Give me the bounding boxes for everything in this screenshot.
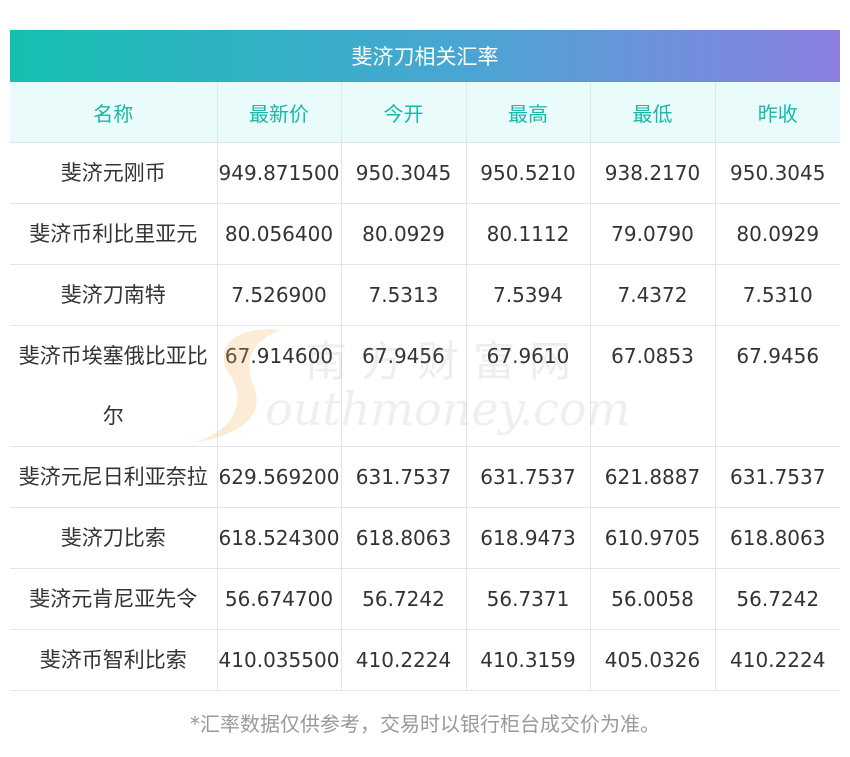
open-price: 7.5313 (341, 264, 467, 326)
currency-name: 斐济币智利比索 (10, 629, 218, 691)
header-open: 今开 (341, 82, 467, 143)
disclaimer-footnote: *汇率数据仅供参考，交易时以银行柜台成交价为准。 (190, 712, 660, 736)
latest-price: 629.569200 (217, 446, 342, 508)
currency-name: 斐济币埃塞俄比亚比尔 (10, 325, 218, 447)
latest-price: 56.674700 (217, 568, 342, 630)
table-row: 斐济币利比里亚元 80.056400 80.0929 80.1112 79.07… (10, 203, 840, 265)
prev-close-price: 67.9456 (715, 325, 840, 447)
table-row: 斐济元肯尼亚先令 56.674700 56.7242 56.7371 56.00… (10, 568, 840, 630)
currency-name: 斐济元肯尼亚先令 (10, 568, 218, 630)
latest-price: 7.526900 (217, 264, 342, 326)
prev-close-price: 80.0929 (715, 203, 840, 265)
currency-name: 斐济刀比索 (10, 507, 218, 569)
high-price: 631.7537 (466, 446, 591, 508)
open-price: 410.2224 (341, 629, 467, 691)
table-title: 斐济刀相关汇率 (10, 30, 840, 82)
low-price: 67.0853 (590, 325, 716, 447)
table-row: 斐济元尼日利亚奈拉 629.569200 631.7537 631.7537 6… (10, 446, 840, 508)
latest-price: 410.035500 (217, 629, 342, 691)
open-price: 56.7242 (341, 568, 467, 630)
low-price: 56.0058 (590, 568, 716, 630)
header-high: 最高 (466, 82, 591, 143)
exchange-rate-table: 名称 最新价 今开 最高 最低 昨收 斐济元刚币 949.871500 950.… (10, 82, 840, 691)
latest-price: 949.871500 (217, 142, 342, 204)
high-price: 67.9610 (466, 325, 591, 447)
latest-price: 80.056400 (217, 203, 342, 265)
table-row: 斐济刀比索 618.524300 618.8063 618.9473 610.9… (10, 507, 840, 569)
high-price: 56.7371 (466, 568, 591, 630)
high-price: 950.5210 (466, 142, 591, 204)
high-price: 80.1112 (466, 203, 591, 265)
open-price: 80.0929 (341, 203, 467, 265)
open-price: 950.3045 (341, 142, 467, 204)
prev-close-price: 7.5310 (715, 264, 840, 326)
prev-close-price: 56.7242 (715, 568, 840, 630)
prev-close-price: 950.3045 (715, 142, 840, 204)
table-row: 斐济刀南特 7.526900 7.5313 7.5394 7.4372 7.53… (10, 264, 840, 326)
currency-name: 斐济元尼日利亚奈拉 (10, 446, 218, 508)
latest-price: 618.524300 (217, 507, 342, 569)
latest-price: 67.914600 (217, 325, 342, 447)
header-latest: 最新价 (217, 82, 342, 143)
header-low: 最低 (590, 82, 716, 143)
prev-close-price: 631.7537 (715, 446, 840, 508)
header-prev-close: 昨收 (715, 82, 840, 143)
low-price: 79.0790 (590, 203, 716, 265)
open-price: 67.9456 (341, 325, 467, 447)
low-price: 621.8887 (590, 446, 716, 508)
high-price: 410.3159 (466, 629, 591, 691)
high-price: 7.5394 (466, 264, 591, 326)
prev-close-price: 618.8063 (715, 507, 840, 569)
table-row: 斐济币埃塞俄比亚比尔 67.914600 67.9456 67.9610 67.… (10, 325, 840, 447)
table-row: 斐济币智利比索 410.035500 410.2224 410.3159 405… (10, 629, 840, 691)
high-price: 618.9473 (466, 507, 591, 569)
exchange-rate-panel: 斐济刀相关汇率 名称 最新价 今开 最高 最低 昨收 斐济元刚币 949.871… (10, 30, 840, 691)
table-row: 斐济元刚币 949.871500 950.3045 950.5210 938.2… (10, 142, 840, 204)
currency-name: 斐济元刚币 (10, 142, 218, 204)
open-price: 631.7537 (341, 446, 467, 508)
low-price: 610.9705 (590, 507, 716, 569)
header-name: 名称 (10, 82, 218, 143)
currency-name: 斐济币利比里亚元 (10, 203, 218, 265)
open-price: 618.8063 (341, 507, 467, 569)
table-header-row: 名称 最新价 今开 最高 最低 昨收 (10, 82, 840, 143)
low-price: 938.2170 (590, 142, 716, 204)
prev-close-price: 410.2224 (715, 629, 840, 691)
currency-name: 斐济刀南特 (10, 264, 218, 326)
low-price: 7.4372 (590, 264, 716, 326)
low-price: 405.0326 (590, 629, 716, 691)
